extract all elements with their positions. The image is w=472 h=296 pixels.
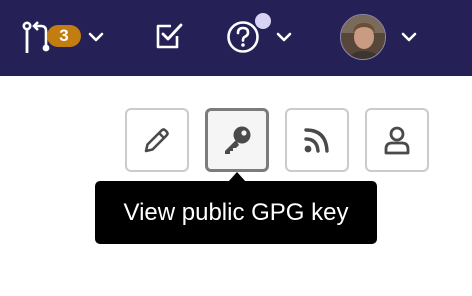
user-icon bbox=[384, 126, 410, 155]
pull-request-count-badge: 3 bbox=[47, 25, 81, 47]
checkbox-icon bbox=[156, 23, 183, 49]
rss-feed-button[interactable] bbox=[285, 108, 349, 172]
help-menu[interactable] bbox=[226, 0, 296, 76]
gpg-key-button[interactable] bbox=[205, 108, 269, 172]
tasks-button[interactable] bbox=[155, 0, 187, 76]
notification-dot bbox=[255, 13, 271, 29]
tooltip-text: View public GPG key bbox=[123, 199, 349, 226]
edit-profile-button[interactable] bbox=[125, 108, 189, 172]
user-profile-button[interactable] bbox=[365, 108, 429, 172]
rss-icon bbox=[304, 128, 329, 153]
avatar bbox=[340, 14, 386, 60]
user-menu[interactable] bbox=[340, 0, 420, 76]
chevron-down-icon bbox=[88, 32, 104, 42]
chevron-down-icon bbox=[276, 32, 292, 42]
pencil-icon bbox=[144, 128, 169, 153]
key-icon bbox=[225, 126, 251, 154]
tooltip: View public GPG key bbox=[95, 181, 377, 244]
avatar-image bbox=[341, 15, 385, 59]
top-nav-bar: 3 bbox=[0, 0, 472, 76]
chevron-down-icon bbox=[401, 32, 417, 42]
pull-requests-menu[interactable]: 3 bbox=[18, 0, 110, 76]
question-circle-icon bbox=[227, 21, 259, 53]
